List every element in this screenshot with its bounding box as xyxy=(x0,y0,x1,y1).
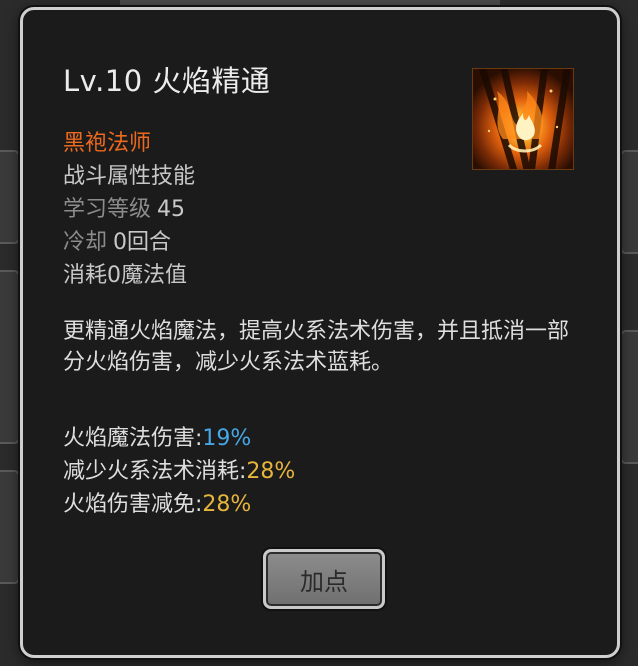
mana-cost: 消耗0魔法值 xyxy=(63,263,187,288)
cooldown: 冷却 0回合 xyxy=(63,224,171,256)
fire-mastery-icon xyxy=(472,68,574,170)
skill-type: 战斗属性技能 xyxy=(63,164,196,189)
background-panel-left xyxy=(0,470,20,584)
skill-description: 更精通火焰魔法，提高火系法术伤害，并且抵消一部分火焰伤害，减少火系法术蓝耗。 xyxy=(63,319,570,375)
background-panel-right xyxy=(620,330,638,464)
background-panel-left xyxy=(0,270,20,444)
class-name: 黑袍法师 xyxy=(63,131,152,156)
learn-level-label: 学习等级 xyxy=(63,197,152,222)
stat-value: 28% xyxy=(246,459,296,484)
background-panel-right xyxy=(620,150,638,254)
stat-label: 减少火系法术消耗: xyxy=(63,459,247,484)
background-panel-left xyxy=(0,150,20,244)
stat-line: 火焰伤害减免:28% xyxy=(63,486,251,518)
skill-tooltip: Lv.10 火焰精通 黑袍法师 战斗属性技能 学习等级 45 冷却 0回合 消耗… xyxy=(20,7,620,658)
cooldown-label: 冷却 xyxy=(63,230,108,255)
learn-level: 学习等级 45 xyxy=(63,191,185,223)
stat-line: 火焰魔法伤害:19% xyxy=(63,420,251,452)
stat-label: 火焰魔法伤害: xyxy=(63,426,203,451)
stat-label: 火焰伤害减免: xyxy=(63,492,203,517)
skill-title: Lv.10 火焰精通 xyxy=(63,64,271,98)
stat-line: 减少火系法术消耗:28% xyxy=(63,453,295,485)
add-point-button[interactable]: 加点 xyxy=(263,549,385,609)
cooldown-value: 0回合 xyxy=(113,230,172,255)
stat-value: 19% xyxy=(202,426,252,451)
stat-value: 28% xyxy=(202,492,252,517)
learn-level-value: 45 xyxy=(157,197,186,222)
